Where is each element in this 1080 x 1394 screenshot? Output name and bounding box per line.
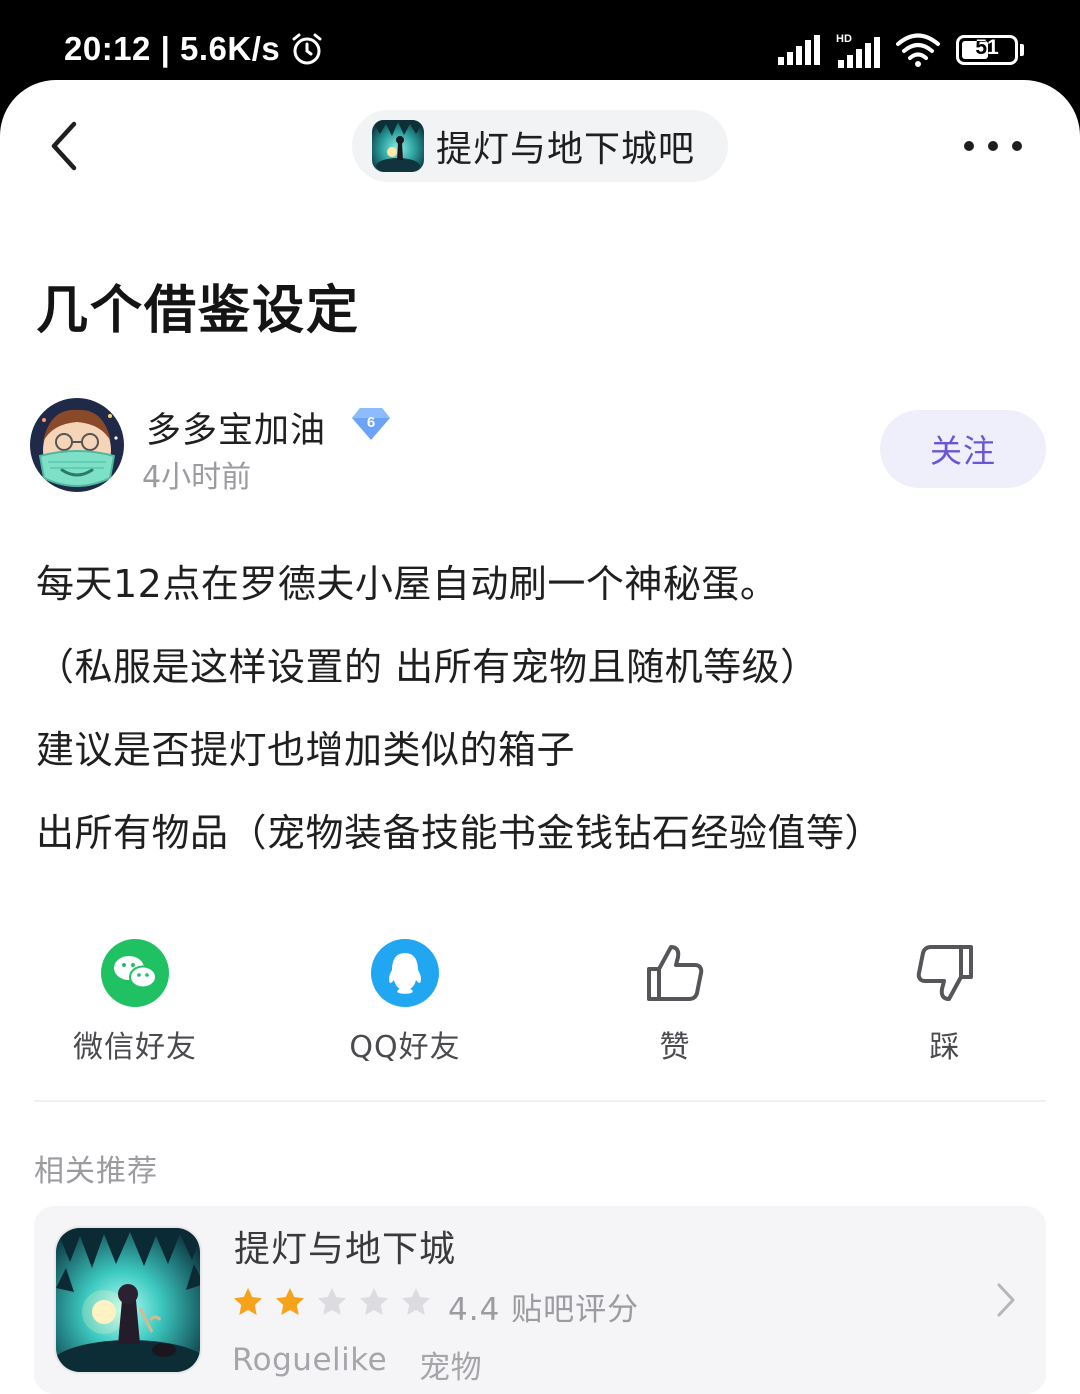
status-bar: 20:12 | 5.6K/s HD 51: [0, 0, 1080, 88]
post-time: 4小时前: [142, 460, 252, 495]
post-title: 几个借鉴设定: [36, 281, 361, 341]
divider: [34, 1100, 1046, 1102]
star-icon: [318, 1288, 346, 1315]
more-dot: [964, 141, 974, 151]
author-name[interactable]: 多多宝加油: [146, 402, 326, 453]
battery-icon: 51: [956, 35, 1024, 65]
post-line: （私服是这样设置的 出所有宠物且随机等级）: [36, 645, 819, 689]
game-icon: [54, 1226, 202, 1374]
chevron-right-icon: [997, 1283, 1015, 1317]
like-button[interactable]: 赞: [575, 938, 775, 1066]
forum-pill[interactable]: 提灯与地下城吧: [352, 110, 728, 182]
more-dot: [988, 141, 998, 151]
action-bar: 微信好友 QQ好友 赞 踩: [0, 938, 1080, 1078]
forum-icon: [372, 120, 424, 172]
like-label: 赞: [659, 1030, 691, 1065]
level-badge: 6: [350, 406, 392, 442]
net-speed: 5.6K/s: [179, 30, 281, 67]
share-qq-button[interactable]: QQ好友: [305, 938, 505, 1066]
post-page: 提灯与地下城吧 几个借鉴设定 多多宝加油 6 4小时前 关注 每天12点在罗德夫…: [0, 80, 1080, 1394]
wechat-icon: [100, 938, 170, 1008]
game-tag: 宠物: [419, 1350, 483, 1386]
status-time: 20:12: [64, 30, 151, 67]
share-wechat-button[interactable]: 微信好友: [35, 938, 235, 1066]
qq-icon: [370, 938, 440, 1008]
level-number: 6: [367, 414, 375, 431]
dislike-button[interactable]: 踩: [845, 938, 1045, 1066]
related-game-card[interactable]: 提灯与地下城 4.4 贴吧评分 Roguelike 宠物: [34, 1206, 1046, 1394]
wechat-label: 微信好友: [73, 1030, 197, 1065]
related-title: 相关推荐: [34, 1154, 158, 1189]
star-icon: [360, 1288, 388, 1315]
post-line: 每天12点在罗德夫小屋自动刷一个神秘蛋。: [36, 562, 779, 606]
post-line: 出所有物品（宠物装备技能书金钱钻石经验值等）: [36, 811, 884, 855]
star-icon: [276, 1288, 304, 1315]
game-score: 4.4 贴吧评分: [448, 1292, 640, 1328]
star-rating: [232, 1286, 432, 1318]
status-left: 20:12 | 5.6K/s: [64, 30, 324, 68]
more-dot: [1012, 141, 1022, 151]
svg-text:HD: HD: [836, 33, 852, 45]
game-name: 提灯与地下城: [234, 1229, 457, 1270]
alarm-icon: [292, 33, 322, 65]
forum-name: 提灯与地下城吧: [436, 129, 696, 170]
dislike-label: 踩: [929, 1030, 961, 1065]
game-tags: Roguelike 宠物: [232, 1342, 482, 1387]
status-right: HD 51: [778, 32, 1024, 68]
follow-button[interactable]: 关注: [880, 410, 1046, 488]
post-content: 每天12点在罗德夫小屋自动刷一个神秘蛋。 （私服是这样设置的 出所有宠物且随机等…: [36, 556, 1046, 888]
signal-icon: [778, 35, 820, 65]
back-button[interactable]: [44, 118, 88, 174]
star-icon: [402, 1288, 430, 1315]
thumbs-up-icon: [640, 938, 710, 1008]
hd-signal-icon: HD: [836, 33, 880, 68]
wifi-icon: [896, 33, 940, 67]
more-options-button[interactable]: [964, 138, 1022, 154]
battery-level: 51: [975, 36, 999, 59]
star-icon: [234, 1288, 262, 1315]
qq-label: QQ好友: [349, 1030, 461, 1065]
game-tag: Roguelike: [232, 1342, 388, 1378]
thumbs-down-icon: [910, 938, 980, 1008]
post-line: 建议是否提灯也增加类似的箱子: [36, 728, 576, 772]
author-avatar[interactable]: [30, 398, 124, 492]
